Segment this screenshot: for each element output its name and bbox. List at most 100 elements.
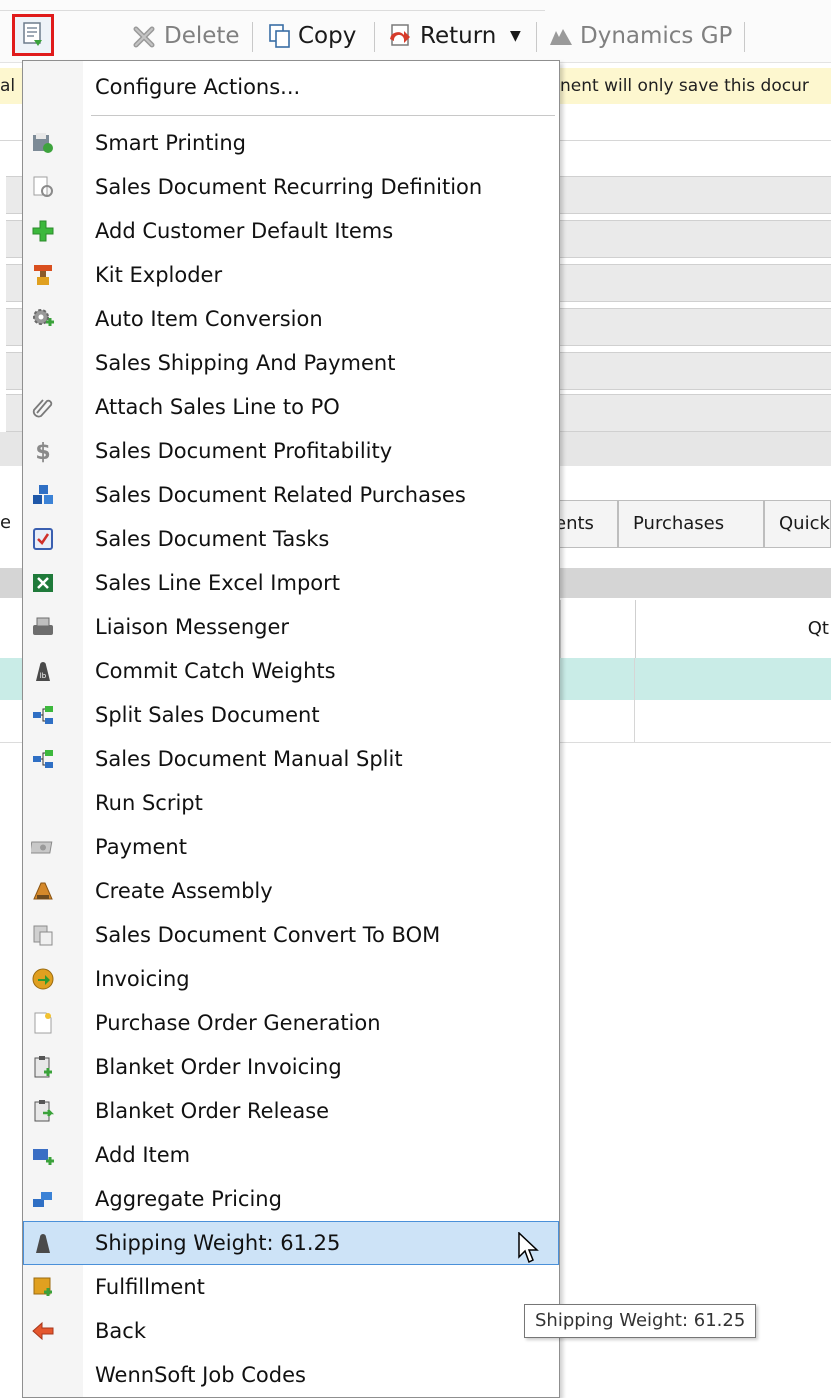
delete-x-icon [133,26,155,48]
tab-partial-left[interactable]: es [0,500,10,548]
copy-icon [269,24,290,48]
menu-item-sales-document-tasks[interactable]: Sales Document Tasks [23,517,559,561]
menu-item-sales-line-excel-import[interactable]: Sales Line Excel Import [23,561,559,605]
menu-item-label: Attach Sales Line to PO [95,395,340,419]
excel-icon [31,571,55,595]
actions-dropdown-menu: Configure Actions... Smart Printing Sale… [22,60,560,1398]
clipboard-plus-icon [31,1055,55,1079]
menu-item-sales-shipping-and-payment[interactable]: Sales Shipping And Payment [23,341,559,385]
split-icon [31,747,55,771]
smart-printing-icon [31,131,55,155]
menu-item-aggregate-pricing[interactable]: Aggregate Pricing [23,1177,559,1221]
aggregate-icon [31,1187,55,1211]
menu-item-smart-printing[interactable]: Smart Printing [23,121,559,165]
delete-label: Delete [164,23,240,49]
menu-item-label: Sales Document Recurring Definition [95,175,483,199]
fulfillment-icon [31,1275,55,1299]
menu-item-label: Add Customer Default Items [95,219,394,243]
grid-header: Qt [560,600,831,658]
grid-column-divider [634,658,635,742]
green-plus-icon [31,219,55,243]
dollar-icon: $ [31,439,55,463]
menu-item-purchase-order-generation[interactable]: Purchase Order Generation [23,1001,559,1045]
menu-item-sales-document-profitability[interactable]: $ Sales Document Profitability [23,429,559,473]
return-button[interactable]: Return [388,18,496,54]
return-icon [390,24,410,46]
menu-item-label: Sales Document Convert To BOM [95,923,441,947]
money-icon [31,835,55,859]
menu-item-back[interactable]: Back [23,1309,559,1353]
menu-item-label: Sales Document Related Purchases [95,483,466,507]
svg-text:lb: lb [40,672,47,680]
menu-item-attach-sales-line-to-po[interactable]: Attach Sales Line to PO [23,385,559,429]
dynamics-gp-icon [550,29,572,45]
toolbar-separator [374,22,375,52]
paperclip-icon [31,395,55,419]
menu-item-label: Smart Printing [95,131,246,155]
menu-item-blanket-order-invoicing[interactable]: Blanket Order Invoicing [23,1045,559,1089]
toolbar-separator [744,22,745,52]
menu-item-label: Sales Document Manual Split [95,747,403,771]
grid-column-qty[interactable]: Qt [635,600,831,658]
dynamics-gp-button[interactable]: Dynamics GP [548,18,732,54]
info-text-left: al [0,76,16,96]
split-icon [31,703,55,727]
menu-item-label: Auto Item Conversion [95,307,323,331]
copy-button[interactable]: Copy [268,18,356,54]
copy-label: Copy [298,23,357,49]
info-text-right: nent will only save this docur [560,76,809,96]
svg-text:$: $ [35,440,50,463]
menu-item-payment[interactable]: Payment [23,825,559,869]
tab-quick[interactable]: Quick [764,500,831,548]
menu-item-run-script[interactable]: Run Script [23,781,559,825]
menu-item-label: Back [95,1319,146,1343]
return-dropdown-chevron-icon[interactable]: ▼ [510,18,521,54]
delete-button[interactable]: Delete [132,18,240,54]
menu-item-label: Sales Shipping And Payment [95,351,396,375]
toolbar-separator [536,22,537,52]
menu-item-label: Kit Exploder [95,263,223,287]
menu-item-label: Blanket Order Invoicing [95,1055,342,1079]
menu-item-kit-exploder[interactable]: Kit Exploder [23,253,559,297]
tab-purchases[interactable]: Purchases [618,500,764,548]
menu-item-add-item[interactable]: Add Item [23,1133,559,1177]
menu-item-label: Run Script [95,791,203,815]
menu-item-commit-catch-weights[interactable]: lb Commit Catch Weights [23,649,559,693]
menu-item-liaison-messenger[interactable]: Liaison Messenger [23,605,559,649]
menu-item-add-customer-default-items[interactable]: Add Customer Default Items [23,209,559,253]
menu-item-label: Purchase Order Generation [95,1011,381,1035]
menu-item-recurring-definition[interactable]: Sales Document Recurring Definition [23,165,559,209]
actions-menu-button[interactable] [12,14,54,56]
mouse-pointer-icon [518,1232,539,1264]
configure-actions-item[interactable]: Configure Actions... [95,73,300,101]
tasks-checklist-icon [31,527,55,551]
clipboard-arrow-icon [31,1099,55,1123]
menu-item-fulfillment[interactable]: Fulfillment [23,1265,559,1309]
menu-item-create-assembly[interactable]: Create Assembly [23,869,559,913]
back-arrow-icon [31,1319,55,1343]
menu-item-label: Create Assembly [95,879,273,903]
menu-item-label: Sales Line Excel Import [95,571,341,595]
dynamics-gp-label: Dynamics GP [580,23,733,49]
invoicing-icon [31,967,55,991]
menu-item-label: Sales Document Profitability [95,439,393,463]
add-item-icon [31,1143,55,1167]
menu-item-auto-item-conversion[interactable]: Auto Item Conversion [23,297,559,341]
new-document-icon [31,1011,55,1035]
menu-item-manual-split[interactable]: Sales Document Manual Split [23,737,559,781]
menu-item-label: Shipping Weight: 61.25 [95,1231,341,1255]
menu-item-label: WennSoft Job Codes [95,1363,306,1387]
menu-item-related-purchases[interactable]: Sales Document Related Purchases [23,473,559,517]
menu-item-label: Fulfillment [95,1275,205,1299]
menu-item-split-sales-document[interactable]: Split Sales Document [23,693,559,737]
menu-item-shipping-weight[interactable]: Shipping Weight: 61.25 [23,1221,559,1265]
toolbar: Delete Copy Return ▼ Dynamics GP [0,0,831,63]
assembly-icon [31,879,55,903]
menu-item-convert-to-bom[interactable]: Sales Document Convert To BOM [23,913,559,957]
menu-item-list: Smart Printing Sales Document Recurring … [23,121,559,1397]
menu-item-label: Payment [95,835,187,859]
menu-item-label: Add Item [95,1143,191,1167]
menu-item-wennsoft-job-codes[interactable]: WennSoft Job Codes [23,1353,559,1397]
menu-item-blanket-order-release[interactable]: Blanket Order Release [23,1089,559,1133]
menu-item-invoicing[interactable]: Invoicing [23,957,559,1001]
